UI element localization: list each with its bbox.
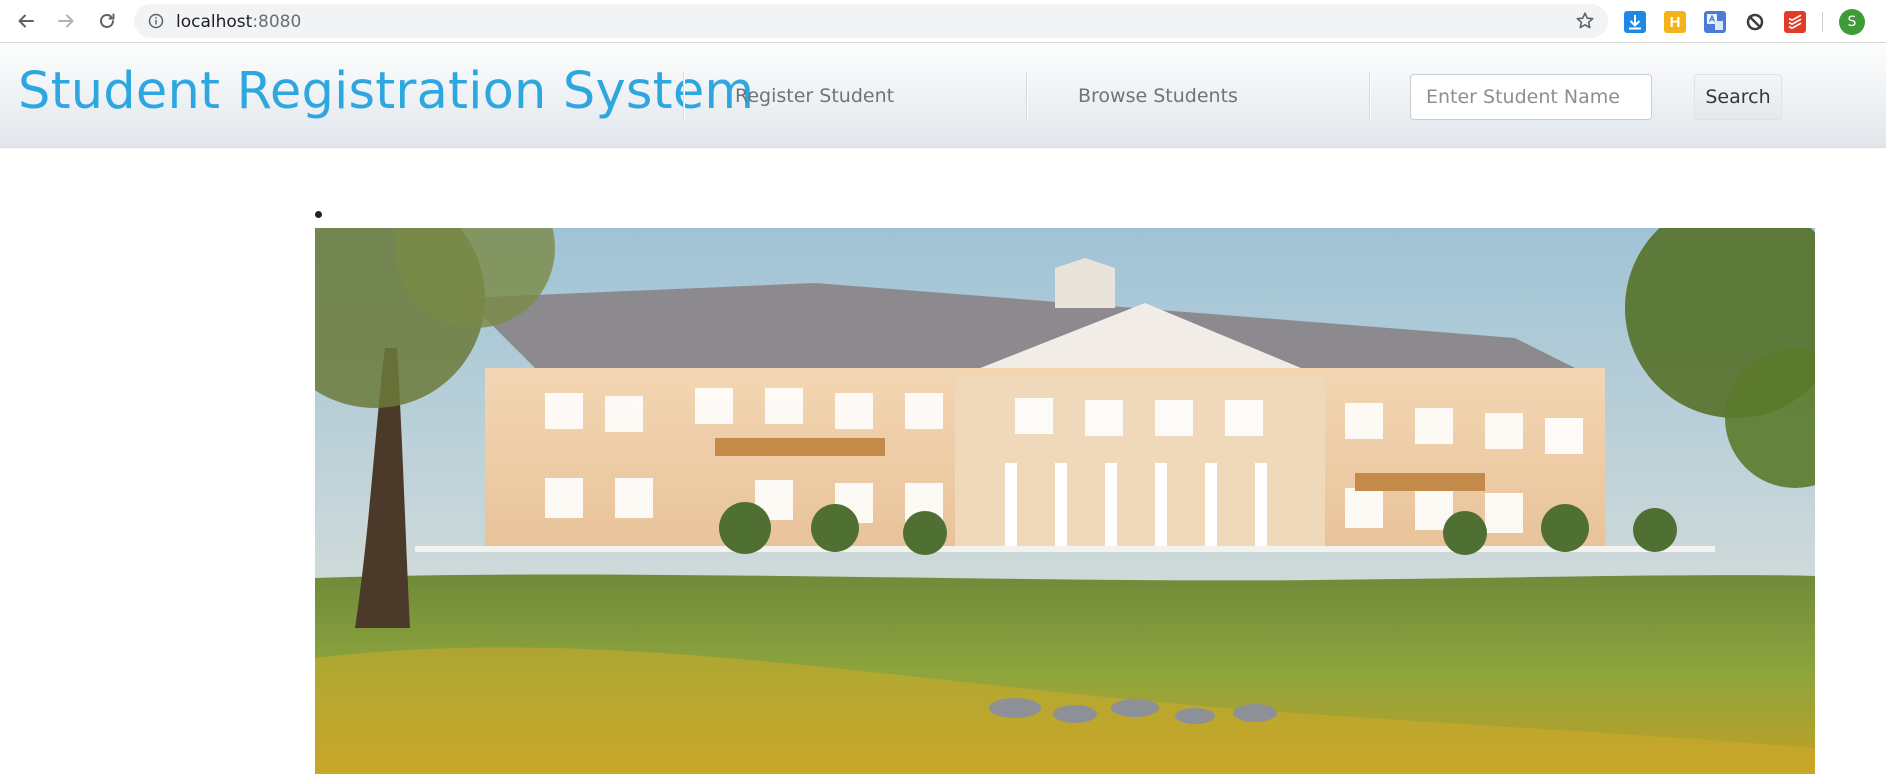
download-extension-icon[interactable] bbox=[1624, 11, 1646, 33]
campus-building-illustration bbox=[315, 228, 1815, 774]
nav-link-browse-students[interactable]: Browse Students bbox=[1078, 85, 1238, 107]
app-navbar: Student Registration System Register Stu… bbox=[0, 44, 1886, 148]
student-search-input[interactable] bbox=[1410, 74, 1652, 120]
campus-building-photo bbox=[315, 228, 1815, 774]
nav-link-register-student[interactable]: Register Student bbox=[735, 85, 894, 107]
sync-extension-icon[interactable] bbox=[1744, 11, 1766, 33]
sync-circle-icon bbox=[1746, 13, 1764, 31]
back-button[interactable] bbox=[13, 8, 39, 34]
honey-extension-icon[interactable]: H bbox=[1664, 11, 1686, 33]
url-port: :8080 bbox=[252, 12, 302, 32]
todoist-icon[interactable] bbox=[1784, 11, 1806, 33]
toolbar-divider bbox=[1822, 12, 1823, 32]
url-host: localhost bbox=[176, 12, 253, 32]
address-bar[interactable]: localhost:8080 bbox=[134, 4, 1608, 38]
list-bullet bbox=[315, 211, 322, 218]
profile-avatar[interactable]: S bbox=[1839, 9, 1865, 35]
bookmark-star-icon[interactable] bbox=[1575, 11, 1595, 31]
forward-button[interactable] bbox=[53, 8, 79, 34]
brand-title[interactable]: Student Registration System bbox=[18, 62, 754, 121]
site-info-icon[interactable] bbox=[148, 13, 164, 29]
url-text: localhost:8080 bbox=[176, 12, 301, 32]
navbar-divider bbox=[1026, 72, 1027, 120]
browser-toolbar: localhost:8080 H S bbox=[0, 0, 1886, 43]
translate-glyph-icon bbox=[1707, 14, 1723, 30]
forward-arrow-icon bbox=[58, 14, 74, 28]
reload-button[interactable] bbox=[94, 8, 120, 34]
honey-extension-label: H bbox=[1669, 13, 1681, 31]
navbar-divider bbox=[683, 72, 684, 120]
navbar-divider bbox=[1369, 72, 1370, 120]
download-arrow-icon bbox=[1629, 15, 1641, 30]
reload-icon bbox=[100, 13, 115, 28]
todoist-glyph-icon bbox=[1788, 14, 1802, 30]
search-button[interactable]: Search bbox=[1694, 74, 1782, 120]
google-translate-icon[interactable] bbox=[1704, 11, 1726, 33]
back-arrow-icon bbox=[18, 14, 34, 28]
